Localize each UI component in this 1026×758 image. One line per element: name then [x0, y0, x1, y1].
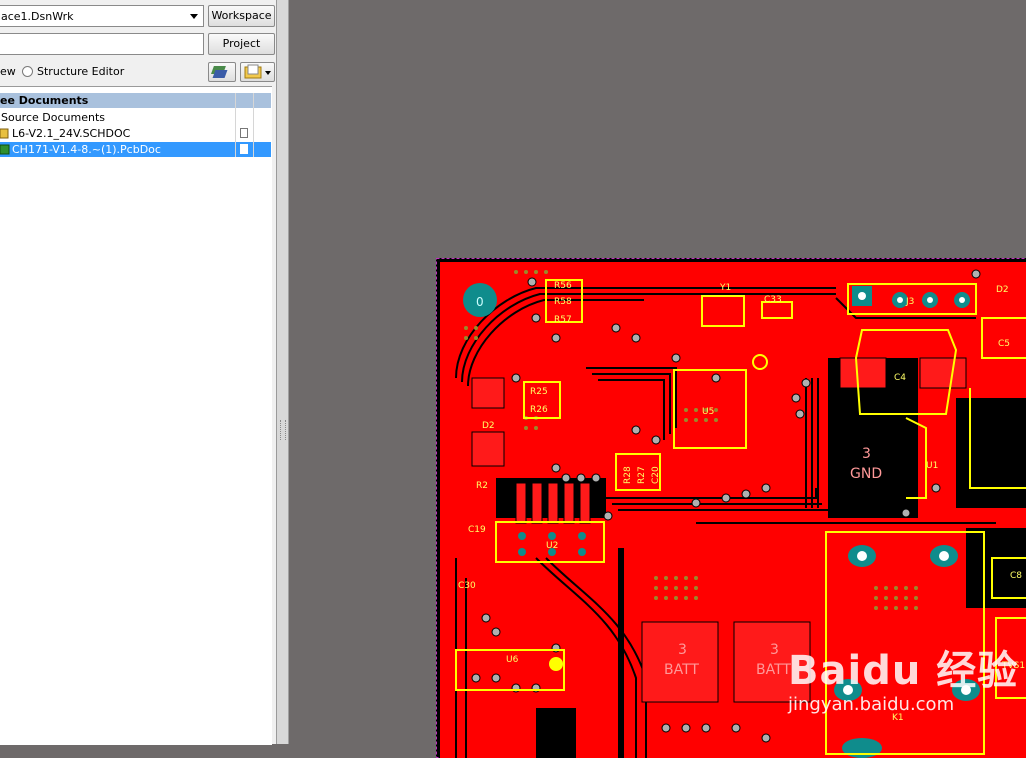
workspace-combo-value: ace1.DsnWrk [1, 10, 74, 23]
pcb-label: D2 [482, 421, 495, 431]
view-options: ew Structure Editor [0, 64, 205, 82]
pcb-label: BATT [664, 662, 699, 678]
pcb-label: R25 [530, 387, 548, 397]
tree-group-label: Source Documents [1, 110, 105, 125]
pcb-label: 0 [476, 295, 484, 309]
pcb-file-icon [0, 144, 10, 155]
pin-one-marker [549, 657, 563, 671]
pcb-label: U1 [926, 461, 938, 471]
pcb-label: C5 [998, 339, 1010, 349]
chevron-down-icon[interactable] [190, 14, 198, 19]
tree-item-label: L6-V2.1_24V.SCHDOC [12, 126, 130, 141]
pcb-label: 3 [862, 446, 871, 462]
document-icon [240, 128, 248, 138]
column-divider [253, 93, 254, 157]
tree-header-label: ee Documents [0, 94, 88, 107]
column-divider [235, 93, 236, 157]
pcb-label: R27 [637, 466, 647, 484]
pcb-label: R28 [623, 466, 633, 484]
workspace-button[interactable]: Workspace [208, 5, 275, 27]
workspace-icon-button[interactable] [208, 62, 236, 82]
folder-icon [241, 63, 274, 81]
layers-icon [209, 63, 235, 81]
pcb-label: C33 [764, 295, 782, 305]
pcb-label: R26 [530, 405, 548, 415]
project-tree[interactable]: ee Documents Source Documents L6-V2.1_24… [0, 86, 272, 745]
watermark-url: jingyan.baidu.com [788, 694, 954, 715]
pcb-label: C30 [458, 581, 476, 591]
pcb-label: Y1 [719, 283, 731, 293]
document-icon [240, 144, 248, 154]
panel-splitter[interactable] [277, 0, 289, 744]
tree-item-schematic[interactable]: L6-V2.1_24V.SCHDOC [0, 126, 271, 141]
pcb-label: J3 [905, 297, 914, 307]
pcb-label: R58 [554, 297, 572, 307]
pcb-label: D2 [996, 285, 1009, 295]
tree-group-source-documents[interactable]: Source Documents [0, 110, 271, 125]
pcb-label: U6 [506, 655, 519, 665]
tree-item-label: CH171-V1.4-8.~(1).PcbDoc [12, 142, 161, 157]
pcb-label: R57 [554, 315, 572, 325]
projects-panel: ace1.DsnWrk Workspace Project ew Structu… [0, 0, 277, 744]
splitter-grip[interactable] [280, 420, 286, 440]
pcb-label: 3 [678, 642, 687, 658]
pcb-label: BATT [756, 662, 791, 678]
project-field[interactable] [0, 33, 204, 55]
tree-header: ee Documents [0, 93, 271, 108]
pcb-label: U2 [546, 541, 558, 551]
baidu-watermark: Baidu 经验 jingyan.baidu.com [788, 638, 1018, 696]
pcb-label: C19 [468, 525, 486, 535]
pcb-label: C20 [651, 466, 661, 484]
pcb-label: 3 [770, 642, 779, 658]
pcb-label: C4 [894, 373, 906, 383]
project-button[interactable]: Project [208, 33, 275, 55]
structure-editor-radio[interactable] [22, 66, 33, 77]
project-menu-button[interactable] [240, 62, 275, 82]
file-view-label: ew [0, 65, 16, 78]
pcb-label: U5 [702, 407, 714, 417]
baidu-logo: Baidu 经验 [788, 638, 1018, 696]
pcb-label: C8 [1010, 571, 1022, 581]
workspace-combo[interactable]: ace1.DsnWrk [0, 5, 204, 27]
tree-item-pcb[interactable]: CH171-V1.4-8.~(1).PcbDoc [0, 142, 271, 157]
pcb-editor-canvas[interactable]: 0 R56 R58 R57 Y1 C33 J3 D2 C5 C4 R25 R26… [289, 0, 1026, 744]
pcb-label: R2 [476, 481, 488, 491]
schematic-file-icon [0, 128, 9, 139]
pcb-label: R56 [554, 281, 572, 291]
structure-editor-label: Structure Editor [37, 65, 124, 78]
pcb-label: GND [850, 466, 882, 482]
